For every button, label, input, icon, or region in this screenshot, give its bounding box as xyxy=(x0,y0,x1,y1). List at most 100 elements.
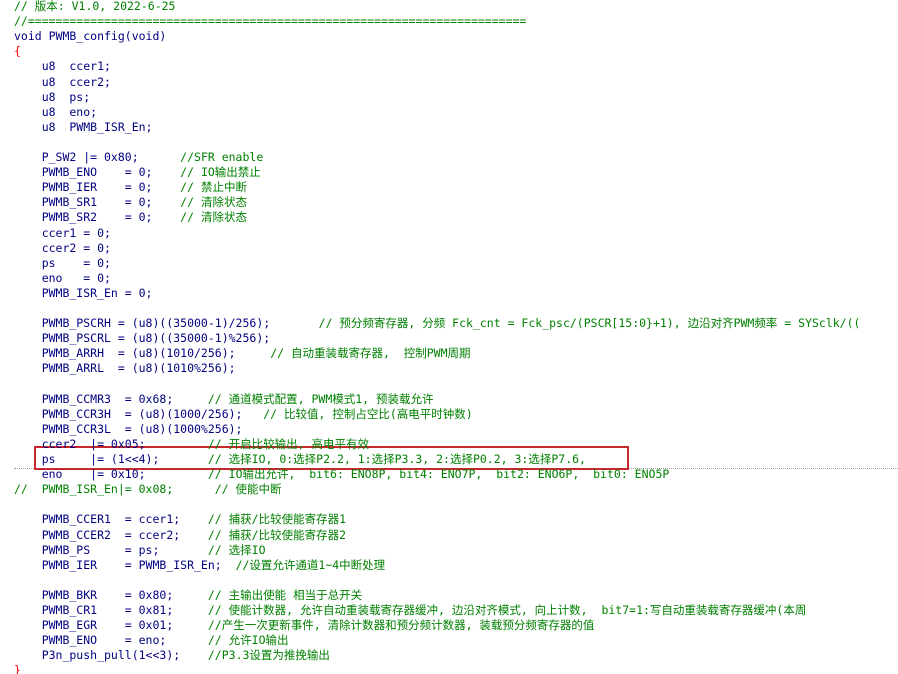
code-line: // 版本: V1.0, 2022-6-25 xyxy=(14,0,175,14)
code-comment: // 捕获/比较使能寄存器2 xyxy=(207,527,346,542)
code-line: PWMB_CCER1 = ccer1; // 捕获/比较使能寄存器1 xyxy=(14,512,346,527)
code-line: u8 ccer1; xyxy=(14,59,111,74)
code-text: P_SW2 |= 0x80; xyxy=(14,150,181,164)
code-text: PWMB_ARRL = (u8)(1010%256); xyxy=(14,361,236,376)
code-brace: { xyxy=(14,44,21,59)
code-text: u8 eno; xyxy=(14,104,98,119)
code-text: u8 PWMB_ISR_En; xyxy=(14,119,153,134)
code-comment: // 禁止中断 xyxy=(180,180,247,195)
code-line: eno = 0; xyxy=(14,271,111,286)
code-line: PWMB_IER = PWMB_ISR_En; //设置允许通道1~4中断处理 xyxy=(14,557,386,573)
code-text: u8 ps; xyxy=(14,89,91,104)
code-text: PWMB_SR1 = 0; xyxy=(14,195,181,210)
code-text: PWMB_CR1 = 0x81; xyxy=(14,603,208,617)
code-line: PWMB_CCR3L = (u8)(1000%256); xyxy=(14,421,243,437)
code-comment: //产生一次更新事件, 清除计数器和预分频计数器, 装载预分频寄存器的值 xyxy=(207,618,595,633)
code-comment: //======================================… xyxy=(14,14,527,29)
code-comment: // PWMB_ISR_En|= 0x08; // 使能中断 xyxy=(14,482,282,497)
code-comment: //SFR enable xyxy=(180,150,264,164)
code-comment: // 使能计数器, 允许自动重装载寄存器缓冲, 边沿对齐模式, 向上计数, bi… xyxy=(207,603,807,617)
code-text: void PWMB_config(void) xyxy=(14,29,167,44)
code-comment: // 比较值, 控制占空比(高电平时钟数) xyxy=(263,406,473,421)
code-comment: // 允许IO输出 xyxy=(207,633,289,648)
code-line: eno |= 0x10; // IO输出允许, bit6: ENO8P, bit… xyxy=(14,467,670,482)
code-text: PWMB_SR2 = 0; xyxy=(14,210,181,225)
code-line: { xyxy=(14,44,21,59)
code-comment: //设置允许通道1~4中断处理 xyxy=(235,557,386,572)
code-line: PWMB_EGR = 0x01; //产生一次更新事件, 清除计数器和预分频计数… xyxy=(14,618,595,633)
code-comment: // 选择IO xyxy=(207,542,266,557)
code-comment: // 选择IO, 0:选择P2.2, 1:选择P3.3, 2:选择P0.2, 3… xyxy=(207,452,586,466)
code-line: PWMB_PSCRH = (u8)((35000-1)/256); // 预分频… xyxy=(14,316,861,331)
code-line: //======================================… xyxy=(14,14,526,29)
code-comment: // 预分频寄存器, 分频 Fck_cnt = Fck_psc/(PSCR[15… xyxy=(318,316,861,331)
code-text: PWMB_ENO = eno; xyxy=(14,633,208,648)
code-line: ccer2 |= 0x05; // 开启比较输出, 高电平有效 xyxy=(14,437,369,452)
code-text: PWMB_ENO = 0; xyxy=(14,165,181,180)
code-line: } xyxy=(14,663,21,674)
code-line: ccer1 = 0; xyxy=(14,226,111,241)
code-line: // PWMB_ISR_En|= 0x08; // 使能中断 xyxy=(14,482,282,497)
code-comment: // 开启比较输出, 高电平有效 xyxy=(207,436,369,451)
code-comment: // 通道模式配置, PWM模式1, 预装载允许 xyxy=(207,391,434,406)
code-line: PWMB_CCMR3 = 0x68; // 通道模式配置, PWM模式1, 预装… xyxy=(14,392,434,407)
code-text: ps |= (1<<4); xyxy=(14,452,208,466)
code-comment: // 自动重装载寄存器, 控制PWM周期 xyxy=(270,346,471,361)
code-comment: // IO输出禁止 xyxy=(180,165,261,180)
code-comment: // 捕获/比较使能寄存器1 xyxy=(207,512,346,527)
code-text: PWMB_PS = ps; xyxy=(14,542,208,557)
code-comment: // 清除状态 xyxy=(180,210,247,225)
code-text: PWMB_EGR = 0x01; xyxy=(14,618,208,633)
code-text: PWMB_PSCRH = (u8)((35000-1)/256); xyxy=(14,316,319,331)
code-text: ccer2 = 0; xyxy=(14,240,111,255)
code-line: PWMB_BKR = 0x80; // 主输出使能 相当于总开关 xyxy=(14,588,362,603)
code-line: PWMB_CCER2 = ccer2; // 捕获/比较使能寄存器2 xyxy=(14,528,346,543)
code-line: void PWMB_config(void) xyxy=(14,29,166,44)
code-line: PWMB_CCR3H = (u8)(1000/256); // 比较值, 控制占… xyxy=(14,407,473,422)
code-text: PWMB_CCR3H = (u8)(1000/256); xyxy=(14,406,264,421)
code-line: PWMB_ISR_En = 0; xyxy=(14,285,153,301)
code-text: PWMB_BKR = 0x80; xyxy=(14,587,208,602)
code-editor[interactable]: // 版本: V1.0, 2022-6-25//================… xyxy=(0,0,898,674)
code-brace: } xyxy=(14,663,21,674)
code-text: ccer1 = 0; xyxy=(14,225,111,240)
code-line: P_SW2 |= 0x80; //SFR enable xyxy=(14,150,264,165)
code-line: ps = 0; xyxy=(14,256,111,271)
code-text: u8 ccer2; xyxy=(14,74,111,89)
code-text: ps = 0; xyxy=(14,255,111,270)
code-comment: // 版本: V1.0, 2022-6-25 xyxy=(14,0,176,13)
code-line: PWMB_SR2 = 0; // 清除状态 xyxy=(14,210,247,225)
code-text: PWMB_IER = 0; xyxy=(14,180,181,195)
code-comment: //P3.3设置为推挽输出 xyxy=(207,648,330,663)
code-line: PWMB_SR1 = 0; // 清除状态 xyxy=(14,195,247,210)
code-comment: // IO输出允许, bit6: ENO8P, bit4: ENO7P, bit… xyxy=(207,467,670,482)
code-line: PWMB_ARRL = (u8)(1010%256); xyxy=(14,361,236,376)
code-line: PWMB_CR1 = 0x81; // 使能计数器, 允许自动重装载寄存器缓冲,… xyxy=(14,603,807,618)
code-text: PWMB_IER = PWMB_ISR_En; xyxy=(14,557,236,572)
code-text: P3n_push_pull(1<<3); xyxy=(14,648,208,663)
code-text: PWMB_PSCRL = (u8)((35000-1)%256); xyxy=(14,331,271,346)
code-line: u8 PWMB_ISR_En; xyxy=(14,119,153,135)
code-text: ccer2 |= 0x05; xyxy=(14,436,208,451)
code-text: PWMB_ISR_En = 0; xyxy=(14,285,153,300)
code-line: P3n_push_pull(1<<3); //P3.3设置为推挽输出 xyxy=(14,648,330,663)
code-line: ccer2 = 0; xyxy=(14,241,111,256)
code-line: PWMB_ENO = 0; // IO输出禁止 xyxy=(14,165,261,180)
code-line: PWMB_ENO = eno; // 允许IO输出 xyxy=(14,633,289,648)
code-line: PWMB_PS = ps; // 选择IO xyxy=(14,543,266,558)
code-text: PWMB_CCMR3 = 0x68; xyxy=(14,391,208,406)
code-line: PWMB_PSCRL = (u8)((35000-1)%256); xyxy=(14,331,271,346)
code-text: u8 ccer1; xyxy=(14,59,111,74)
code-text: eno = 0; xyxy=(14,270,111,285)
code-line: PWMB_IER = 0; // 禁止中断 xyxy=(14,180,247,195)
code-comment: // 清除状态 xyxy=(180,195,247,210)
code-line: ps |= (1<<4); // 选择IO, 0:选择P2.2, 1:选择P3.… xyxy=(14,452,586,467)
code-line: u8 eno; xyxy=(14,105,97,120)
code-line: PWMB_ARRH = (u8)(1010/256); // 自动重装载寄存器,… xyxy=(14,346,471,361)
code-text: PWMB_CCER1 = ccer1; xyxy=(14,512,208,527)
code-comment: // 主输出使能 相当于总开关 xyxy=(207,587,363,602)
code-text: PWMB_CCR3L = (u8)(1000%256); xyxy=(14,421,243,436)
code-text: PWMB_ARRH = (u8)(1010/256); xyxy=(14,346,271,361)
code-text: eno |= 0x10; xyxy=(14,467,208,482)
code-line: u8 ps; xyxy=(14,90,90,105)
